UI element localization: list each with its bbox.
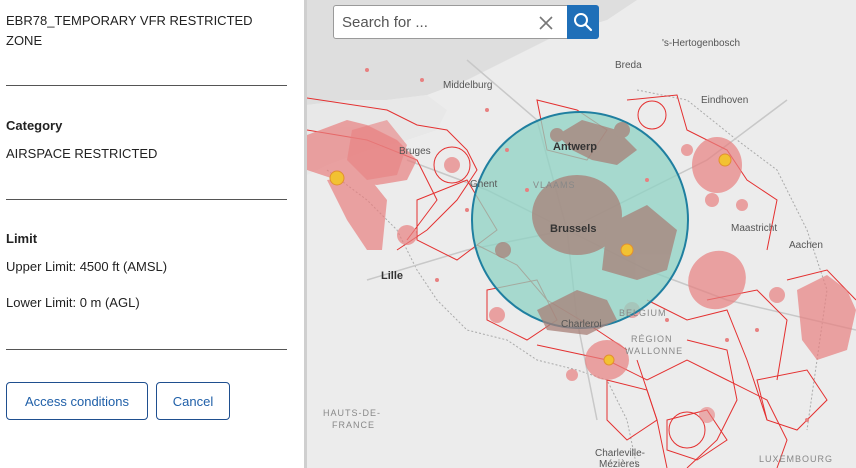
search-button[interactable] xyxy=(567,5,599,39)
map-label-lille: Lille xyxy=(381,270,404,282)
upper-limit-text: Upper Limit: 4500 ft (AMSL) xyxy=(6,259,168,274)
map-label-maastricht: Maastricht xyxy=(731,223,778,234)
map-label-charleville-2: Mézières xyxy=(599,459,640,468)
map-label-antwerp: Antwerp xyxy=(553,141,597,153)
map-label-eindhoven: Eindhoven xyxy=(701,95,749,106)
map-label-luxembourg: LUXEMBOURG xyxy=(759,454,834,464)
divider xyxy=(6,349,287,350)
close-icon[interactable] xyxy=(535,12,557,34)
airspace-title: EBR78_TEMPORARY VFR RESTRICTED ZONE xyxy=(6,13,253,48)
map-label-charleroi: Charleroi xyxy=(561,319,602,330)
map-label-wallonie-1: RÉGION xyxy=(631,334,673,344)
map-label-hauts-2: FRANCE xyxy=(332,420,376,430)
map-label-bruges: Bruges xyxy=(399,146,431,157)
category-label: Category xyxy=(6,118,63,133)
map-label-hertogenbosch: 's-Hertogenbosch xyxy=(662,38,741,49)
map-label-hauts-1: HAUTS-DE- xyxy=(323,408,381,418)
map-label-breda: Breda xyxy=(615,60,642,71)
search-input[interactable] xyxy=(334,6,534,38)
map-view[interactable]: 's-Hertogenbosch Breda Middelburg Eindho… xyxy=(307,0,856,468)
search-bar xyxy=(333,5,599,39)
map-label-vlaanderen: VLAAMS xyxy=(533,180,576,190)
info-panel: EBR78_TEMPORARY VFR RESTRICTED ZONE Cate… xyxy=(0,0,304,468)
map-label-belgium: BELGIUM xyxy=(619,308,667,318)
lower-limit-text: Lower Limit: 0 m (AGL) xyxy=(6,295,140,310)
map-label-ghent: Ghent xyxy=(470,179,498,190)
map-label-brussels: Brussels xyxy=(550,223,597,235)
map-label-charleville-1: Charleville- xyxy=(595,448,646,459)
search-icon xyxy=(574,13,593,32)
map-label-aachen: Aachen xyxy=(789,240,823,251)
cancel-button[interactable]: Cancel xyxy=(156,382,230,420)
category-value: AIRSPACE RESTRICTED xyxy=(6,146,158,161)
limit-label: Limit xyxy=(6,231,38,246)
divider xyxy=(6,85,287,86)
map-label-wallonie-2: WALLONNE xyxy=(625,346,684,356)
access-conditions-button[interactable]: Access conditions xyxy=(6,382,148,420)
divider xyxy=(6,199,287,200)
map-label-middelburg: Middelburg xyxy=(443,80,493,91)
